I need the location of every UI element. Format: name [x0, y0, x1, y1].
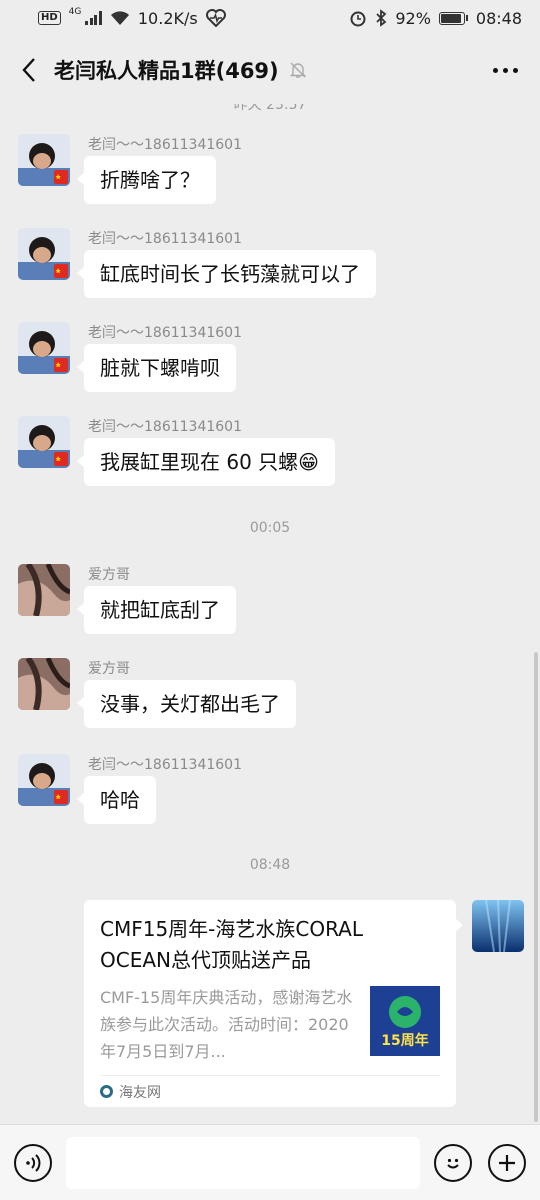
bluetooth-icon — [376, 9, 387, 27]
signal-icon — [85, 11, 102, 25]
network-speed: 10.2K/s — [137, 8, 198, 28]
message-bubble[interactable]: 就把缸底刮了 — [77, 586, 236, 634]
avatar[interactable] — [18, 658, 70, 710]
timestamp-separator: 00:05 — [249, 520, 291, 536]
smiley-icon — [447, 1158, 459, 1168]
chevron-left-icon — [22, 58, 35, 82]
message-bubble[interactable]: 哈哈 — [77, 776, 156, 824]
battery-icon — [438, 11, 468, 25]
message-bubble[interactable]: 脏就下螺啃呗 — [77, 344, 236, 392]
link-card-thumbnail: 15周年 — [370, 986, 440, 1056]
back-button[interactable] — [16, 50, 42, 90]
message-input[interactable] — [66, 1136, 420, 1189]
clock: 08:48 — [475, 8, 522, 28]
link-card-thumb-text: 15周年 — [381, 1033, 429, 1049]
emoji-button[interactable] — [434, 1143, 472, 1182]
sender-name: 老闫～～18611341601 — [88, 419, 242, 435]
heart-health-icon — [205, 9, 226, 27]
avatar[interactable] — [18, 564, 70, 616]
sender-name: 爱方哥 — [88, 661, 130, 677]
battery-percent: 92% — [395, 8, 431, 28]
timestamp-separator: 08:48 — [249, 857, 291, 873]
link-card[interactable]: CMF15周年-海艺水族CORAL OCEAN总代顶贴送产品 CMF-15周年庆… — [84, 900, 463, 1107]
avatar[interactable] — [18, 322, 70, 374]
plus-icon — [499, 1154, 515, 1171]
hd-badge: HD — [38, 11, 61, 25]
more-functions-button[interactable] — [488, 1143, 526, 1182]
status-bar: HD 4G 10.2K/s 92% 08:48 — [0, 0, 540, 36]
avatar[interactable] — [18, 754, 70, 806]
avatar[interactable] — [18, 416, 70, 468]
message-bubble[interactable]: 没事，关灯都出毛了 — [77, 680, 296, 728]
link-card-description: CMF-15周年庆典活动，感谢海艺水族参与此次活动。活动时间：2020年7月5日… — [100, 988, 353, 1061]
wifi-icon — [110, 11, 129, 25]
sender-name: 爱方哥 — [88, 567, 130, 583]
scrollbar[interactable] — [534, 652, 538, 1122]
link-card-source: 海友网 — [100, 1075, 440, 1107]
message-bubble[interactable]: 折腾啥了？ — [77, 156, 216, 204]
chat-header: 老闫私人精品1群(469) — [0, 36, 540, 104]
avatar[interactable] — [18, 228, 70, 280]
link-card-source-name: 海友网 — [119, 1084, 161, 1101]
mute-icon — [289, 61, 307, 79]
sender-name: 老闫～～18611341601 — [88, 325, 242, 341]
network-type: 4G — [68, 7, 82, 17]
avatar[interactable] — [18, 134, 70, 186]
voice-icon — [26, 1153, 41, 1172]
input-bar — [0, 1124, 540, 1200]
voice-button[interactable] — [14, 1143, 52, 1182]
chat-title: 老闫私人精品1群(469) — [54, 59, 279, 83]
link-card-title: CMF15周年-海艺水族CORAL OCEAN总代顶贴送产品 — [100, 917, 364, 972]
source-logo-icon — [100, 1085, 113, 1098]
avatar[interactable] — [472, 900, 524, 952]
sender-name: 老闫～～18611341601 — [88, 231, 242, 247]
message-list[interactable]: 昨天 23:57 老闫～～18611341601 折腾啥了？ 老闫～～18611… — [0, 104, 540, 1124]
alarm-icon — [350, 11, 366, 27]
sender-name: 老闫～～18611341601 — [88, 757, 242, 773]
message-bubble[interactable]: 缸底时间长了长钙藻就可以了 — [77, 250, 376, 298]
message-bubble[interactable]: 我展缸里现在 60 只螺😁 — [76, 438, 336, 486]
sender-name: 老闫～～18611341601 — [88, 137, 242, 153]
timestamp-partial: 昨天 23:57 — [233, 104, 307, 113]
more-options-button[interactable] — [487, 58, 524, 83]
